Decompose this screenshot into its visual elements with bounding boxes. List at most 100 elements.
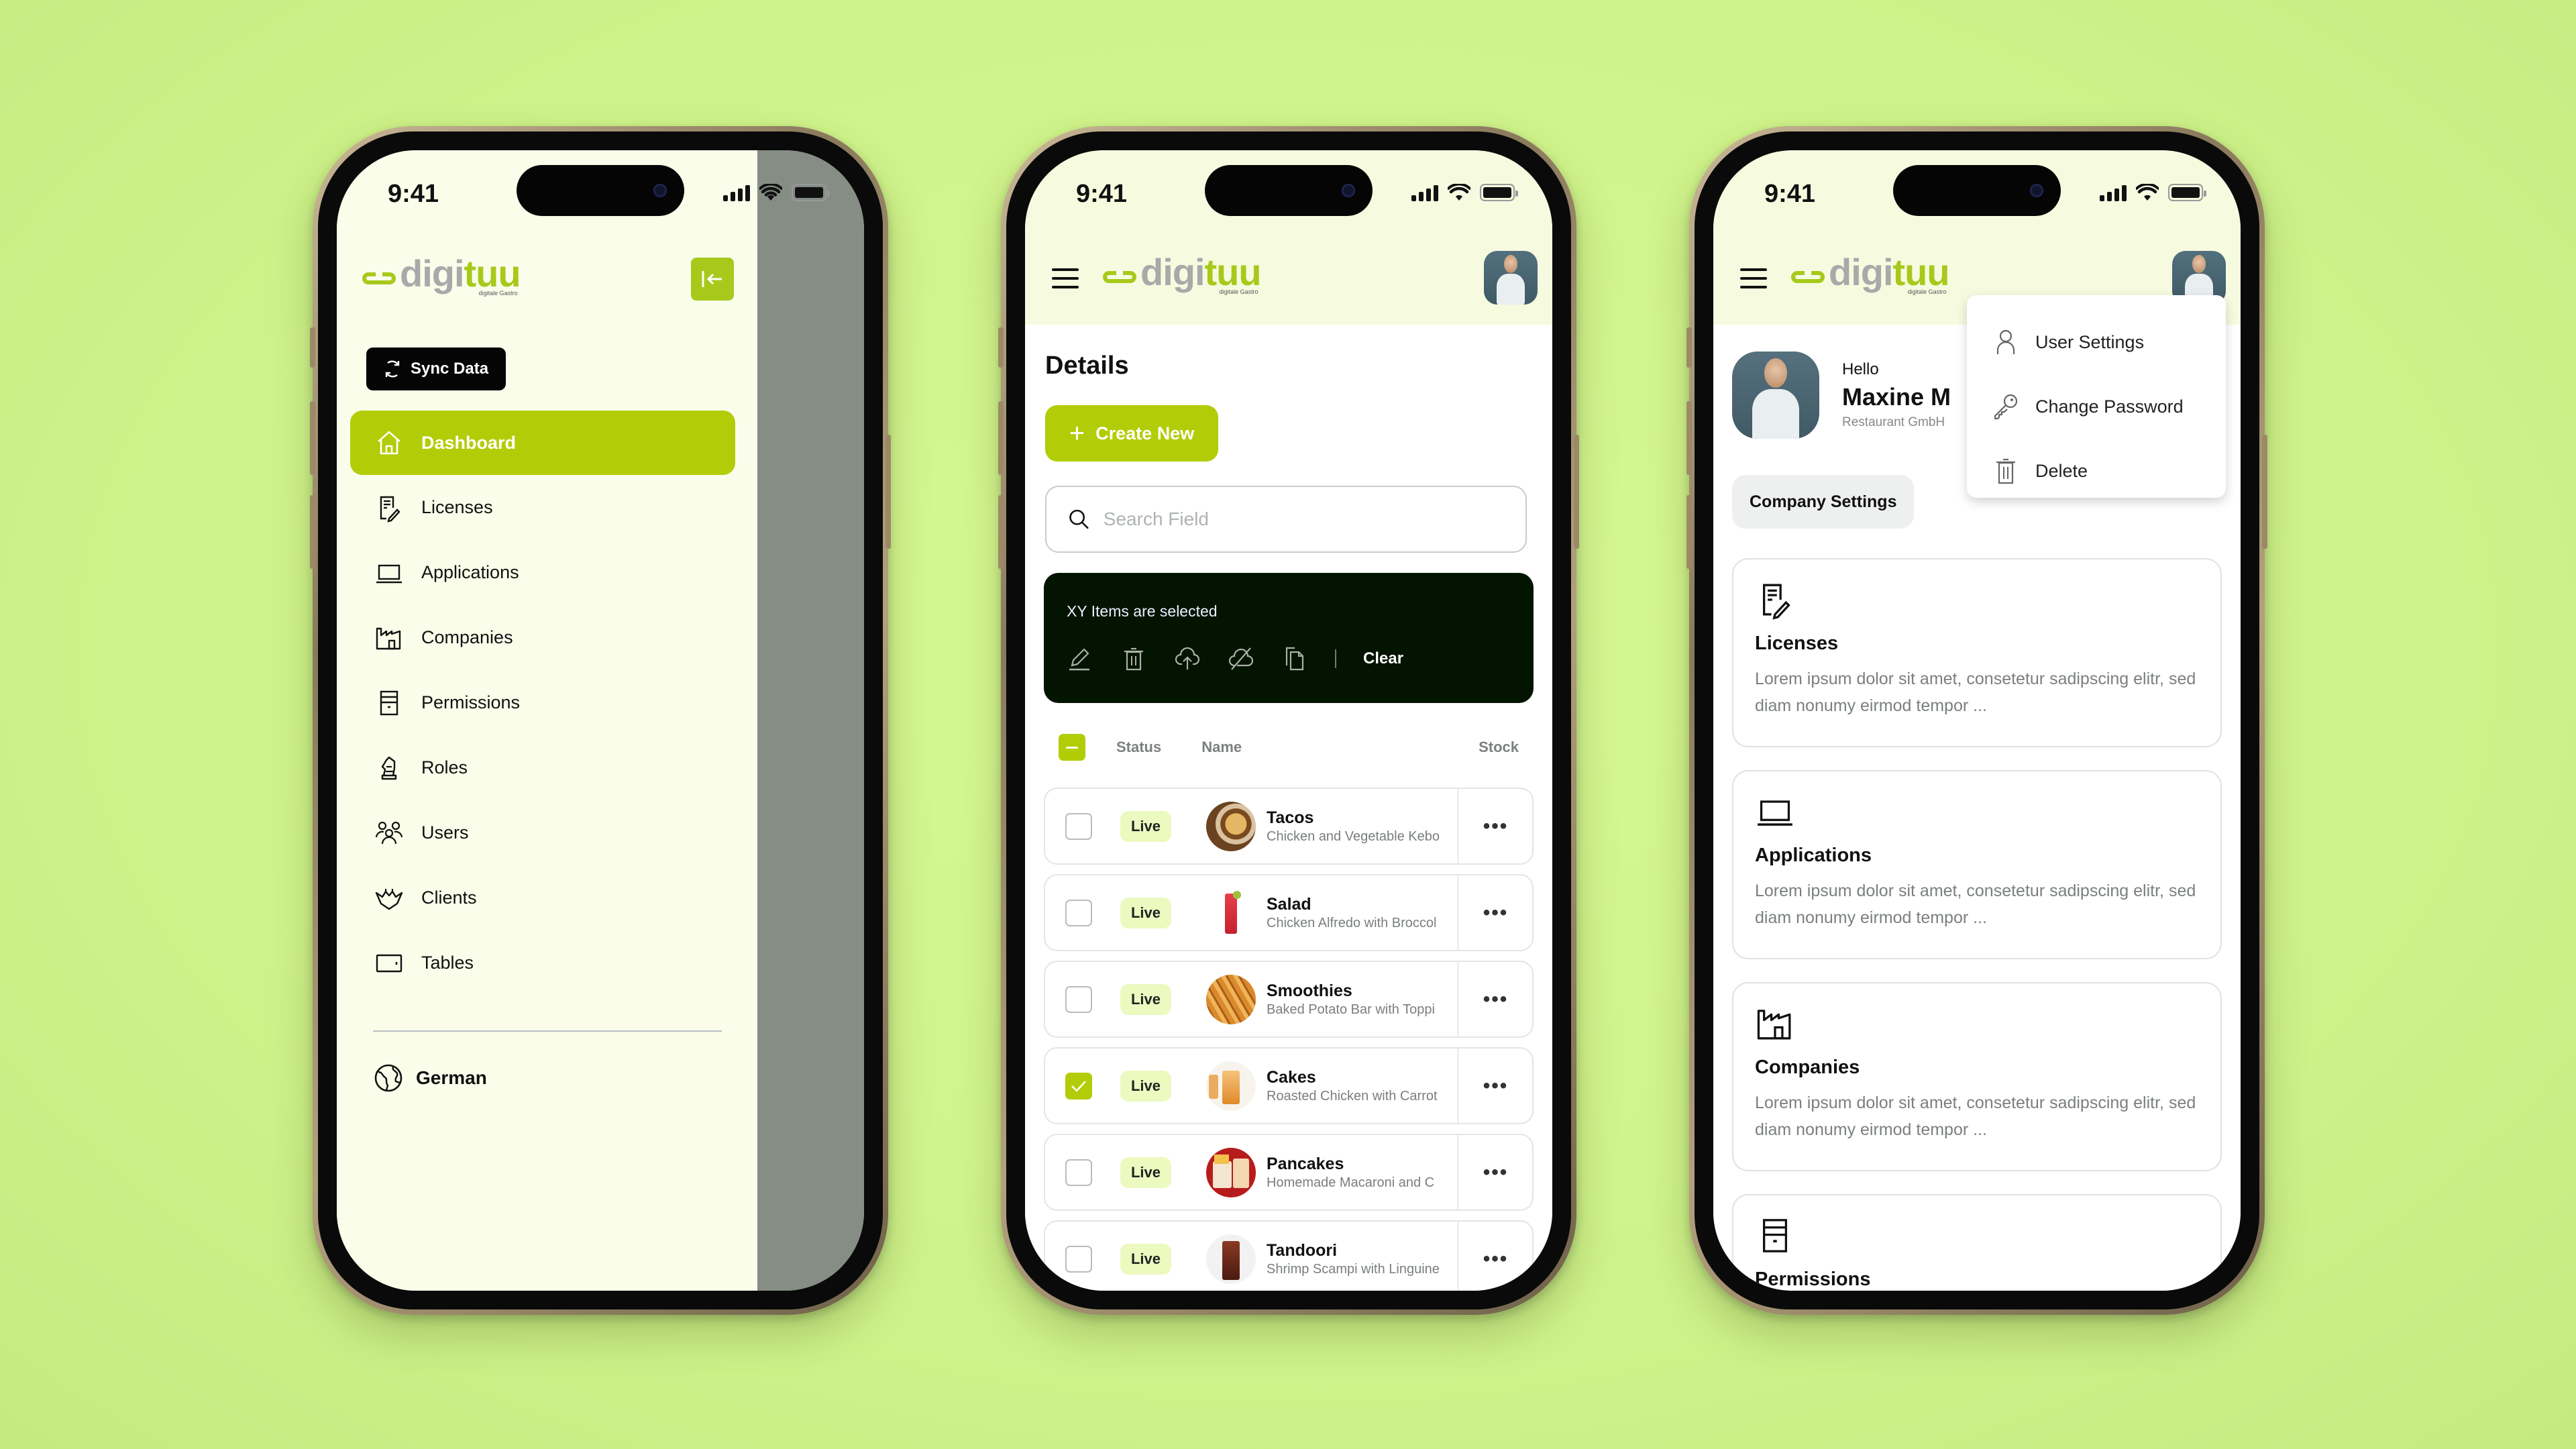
column-header-name[interactable]: Name — [1201, 739, 1242, 756]
sidebar-item-licenses[interactable]: Licenses — [350, 475, 735, 540]
sidebar-item-permissions[interactable]: Permissions — [350, 670, 735, 735]
column-header-status[interactable]: Status — [1116, 739, 1161, 756]
card-description: Lorem ipsum dolor sit amet, consetetur s… — [1755, 881, 2196, 927]
search-input[interactable] — [1103, 508, 1525, 530]
status-badge: Live — [1120, 1157, 1171, 1188]
row-more-options-button[interactable]: ••• — [1457, 875, 1532, 950]
volume-up-button — [1686, 401, 1692, 475]
wifi-icon — [759, 184, 782, 201]
sidebar-item-roles[interactable]: Roles — [350, 735, 735, 800]
sidebar-item-companies[interactable]: Companies — [350, 605, 735, 670]
module-card-companies[interactable]: Companies Lorem ipsum dolor sit amet, co… — [1732, 982, 2222, 1171]
wifi-icon — [1448, 184, 1470, 201]
camera-icon — [1342, 184, 1355, 197]
status-time: 9:41 — [1764, 180, 1816, 208]
create-new-button[interactable]: + Create New — [1045, 405, 1218, 462]
cellular-signal-icon — [1411, 184, 1438, 201]
module-card-applications[interactable]: Applications Lorem ipsum dolor sit amet,… — [1732, 770, 2222, 959]
company-settings-button[interactable]: Company Settings — [1732, 475, 1915, 529]
card-title: Applications — [1755, 845, 1872, 866]
edit-icon[interactable] — [1067, 645, 1093, 672]
drawer-backdrop-overlay[interactable] — [757, 150, 864, 1291]
logo-text-tuu: tuu — [464, 252, 521, 294]
battery-icon — [1480, 184, 1518, 201]
select-all-checkbox[interactable] — [1059, 734, 1085, 761]
table-icon — [376, 954, 402, 972]
logo-tagline: digitale Gastro — [478, 290, 518, 297]
row-more-options-button[interactable]: ••• — [1457, 1049, 1532, 1123]
sidebar-item-dashboard[interactable]: Dashboard — [350, 411, 735, 475]
dynamic-island — [1893, 165, 2061, 216]
row-checkbox[interactable] — [1065, 812, 1092, 840]
wifi-icon — [2136, 184, 2159, 201]
row-more-options-button[interactable]: ••• — [1457, 789, 1532, 863]
row-checkbox[interactable] — [1065, 899, 1092, 926]
logo-text-tuu: tuu — [1892, 251, 1950, 293]
row-checkbox[interactable] — [1065, 985, 1092, 1013]
trash-icon[interactable] — [1120, 645, 1147, 672]
sidebar-item-label: Licenses — [421, 497, 493, 517]
row-more-options-button[interactable]: ••• — [1457, 962, 1532, 1036]
laptop-icon — [1758, 800, 1792, 826]
cloud-off-icon[interactable] — [1228, 645, 1254, 672]
sync-data-label: Sync Data — [411, 360, 489, 378]
sidebar-item-clients[interactable]: Clients — [350, 865, 735, 930]
user-menu-dropdown: User Settings Change Password Delete — [1967, 295, 2226, 498]
menu-item-change-password[interactable]: Change Password — [1967, 374, 2226, 439]
menu-item-user-settings[interactable]: User Settings — [1967, 310, 2226, 374]
collapse-sidebar-button[interactable] — [691, 258, 734, 301]
table-row[interactable]: Live Cakes Roasted Chicken with Carrot ••… — [1044, 1047, 1534, 1124]
user-profile-summary: Hello Maxine M Restaurant GmbH — [1732, 352, 1951, 439]
module-card-permissions[interactable]: Permissions — [1732, 1194, 2222, 1291]
screen: digi tuu digitale Gastro 9:41 Hello Maxi… — [1713, 150, 2241, 1291]
table-row[interactable]: Live Pancakes Homemade Macaroni and C ••• — [1044, 1134, 1534, 1211]
row-checkbox[interactable] — [1065, 1245, 1092, 1273]
avatar-photo — [1742, 352, 1809, 439]
volume-down-button — [1686, 495, 1692, 569]
user-avatar-button[interactable] — [1484, 251, 1538, 305]
menu-item-delete[interactable]: Delete — [1967, 439, 2226, 503]
item-description: Chicken Alfredo with Broccol — [1267, 915, 1437, 930]
language-selector[interactable]: German — [373, 1063, 487, 1093]
table-body: Live Tacos Chicken and Vegetable Kebo •••… — [1044, 788, 1534, 1291]
column-header-stock[interactable]: Stock — [1479, 739, 1519, 756]
volume-up-button — [310, 401, 315, 475]
avatar-photo — [1491, 251, 1531, 305]
menu-button[interactable] — [1740, 268, 1767, 288]
power-button — [1574, 435, 1579, 549]
card-description: Lorem ipsum dolor sit amet, consetetur s… — [1755, 669, 2196, 715]
sync-data-button[interactable]: Sync Data — [366, 347, 506, 390]
crown-icon — [375, 888, 403, 910]
checkmark-icon — [1071, 1080, 1086, 1092]
laptop-icon — [376, 564, 402, 583]
module-card-licenses[interactable]: Licenses Lorem ipsum dolor sit amet, con… — [1732, 558, 2222, 747]
clear-selection-button[interactable]: Clear — [1363, 649, 1403, 668]
row-checkbox[interactable] — [1065, 1159, 1092, 1186]
logo-text-digi: digi — [1829, 251, 1894, 293]
status-time: 9:41 — [388, 180, 439, 208]
volume-down-button — [310, 495, 315, 569]
menu-item-label: Change Password — [2035, 396, 2184, 417]
search-field[interactable] — [1045, 486, 1527, 553]
table-row[interactable]: Live Smoothies Baked Potato Bar with Topp… — [1044, 961, 1534, 1038]
logo-text-digi: digi — [400, 252, 465, 294]
table-row[interactable]: Live Tandoori Shrimp Scampi with Linguine… — [1044, 1220, 1534, 1291]
menu-button[interactable] — [1052, 268, 1079, 288]
chess-knight-icon — [381, 756, 397, 780]
row-more-options-button[interactable]: ••• — [1457, 1222, 1532, 1291]
cloud-upload-icon[interactable] — [1174, 645, 1201, 672]
sidebar-item-users[interactable]: Users — [350, 800, 735, 865]
globe-icon — [374, 1064, 402, 1092]
sidebar-item-applications[interactable]: Applications — [350, 540, 735, 605]
sidebar-item-tables[interactable]: Tables — [350, 930, 735, 996]
copy-icon[interactable] — [1281, 645, 1308, 672]
logo-text-tuu: tuu — [1204, 251, 1262, 293]
row-more-options-button[interactable]: ••• — [1457, 1135, 1532, 1210]
sidebar-item-label: Applications — [421, 562, 519, 582]
table-row[interactable]: Live Salad Chicken Alfredo with Broccol •… — [1044, 874, 1534, 951]
collapse-left-icon — [702, 271, 722, 287]
row-checkbox[interactable] — [1065, 1072, 1092, 1099]
mute-switch — [1686, 327, 1692, 368]
plus-icon: + — [1069, 419, 1085, 448]
table-row[interactable]: Live Tacos Chicken and Vegetable Kebo ••• — [1044, 788, 1534, 865]
